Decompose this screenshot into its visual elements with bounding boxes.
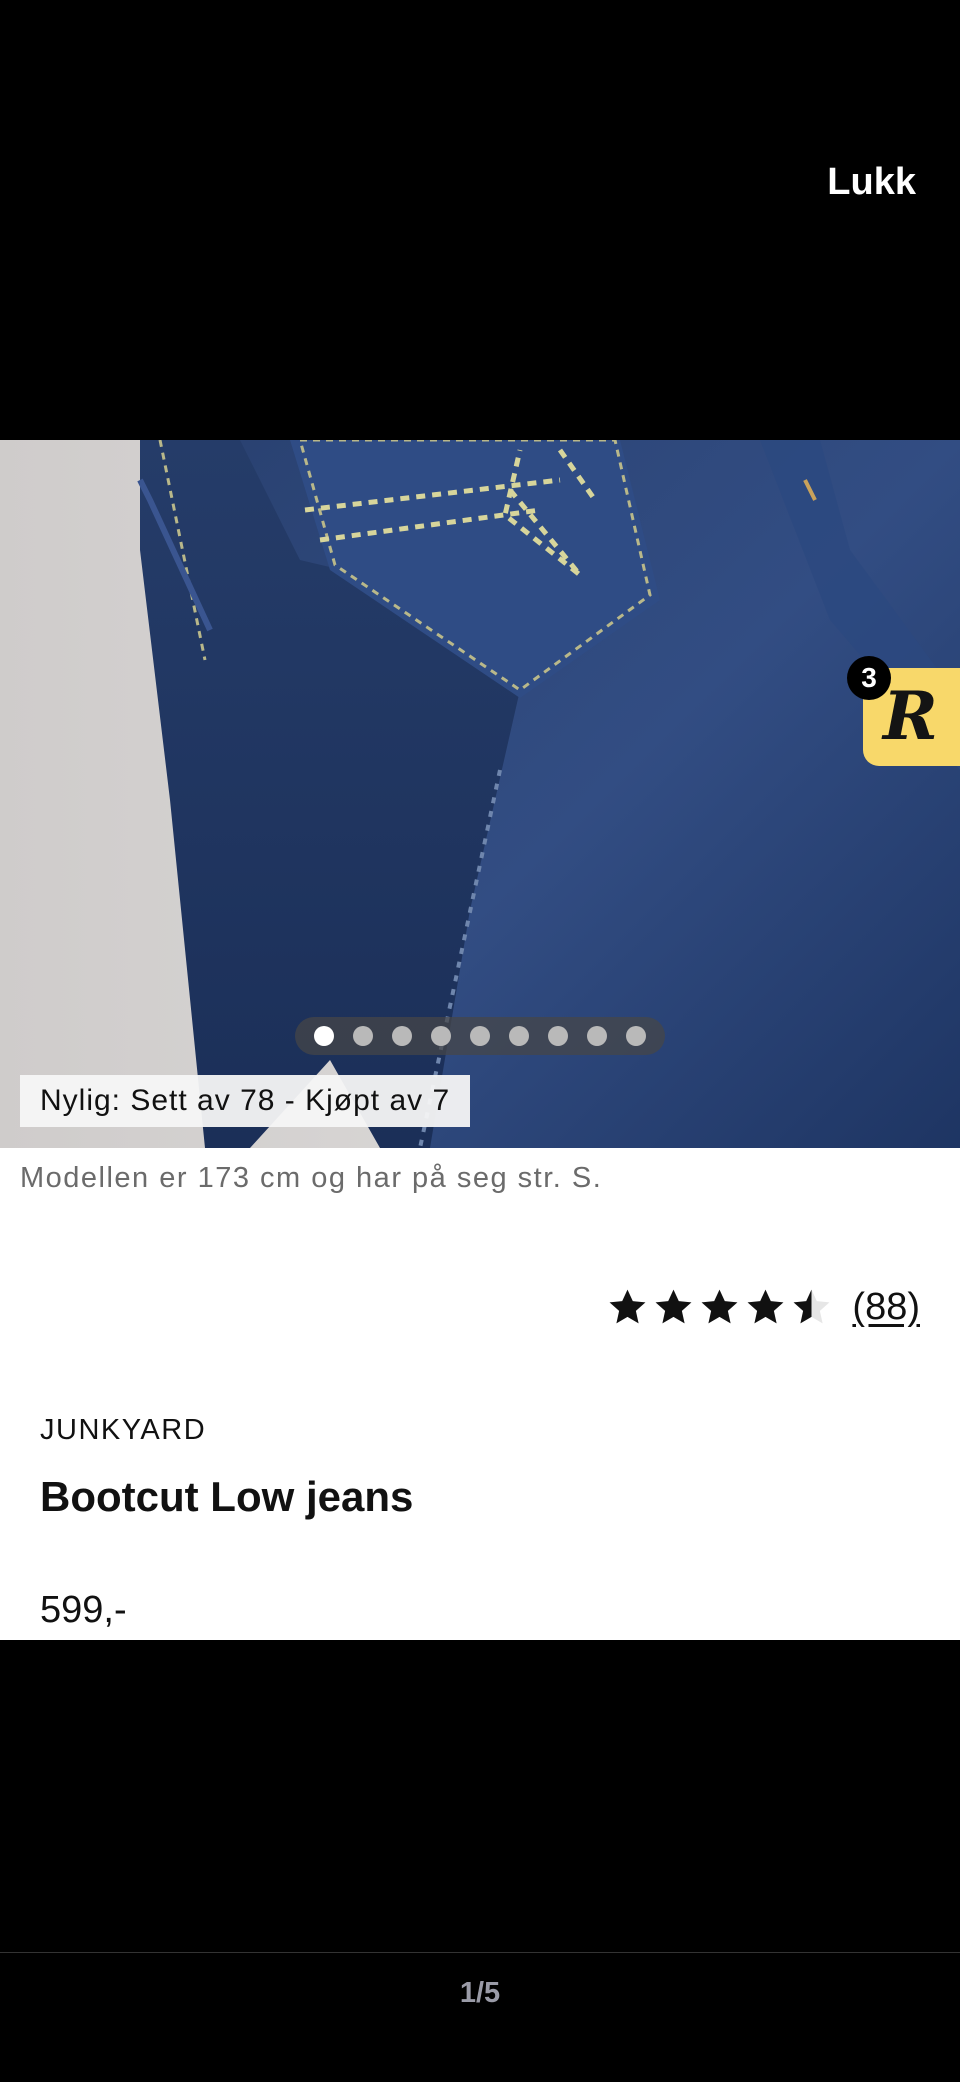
image-counter: 1/5 xyxy=(459,1977,501,2009)
carousel-dot[interactable] xyxy=(314,1026,334,1046)
close-button[interactable]: Lukk xyxy=(827,160,916,204)
star-icon xyxy=(655,1289,692,1324)
product-price: 599,- xyxy=(40,1589,127,1631)
popularity-badge: Nylig: Sett av 78 - Kjøpt av 7 xyxy=(20,1075,471,1127)
carousel-dot[interactable] xyxy=(431,1026,451,1046)
model-size-info: Modellen er 173 cm og har på seg str. S. xyxy=(20,1162,603,1194)
star-icon xyxy=(609,1289,646,1324)
rating-stars xyxy=(607,1287,832,1328)
carousel-dot[interactable] xyxy=(509,1026,529,1046)
star-icon xyxy=(747,1289,784,1324)
product-rating[interactable]: (88) xyxy=(607,1286,920,1329)
review-count-link[interactable]: (88) xyxy=(852,1286,920,1329)
carousel-dot[interactable] xyxy=(392,1026,412,1046)
carousel-dot[interactable] xyxy=(353,1026,373,1046)
carousel-pagination xyxy=(295,1017,665,1055)
carousel-dot[interactable] xyxy=(626,1026,646,1046)
bottom-bar: 1/5 xyxy=(0,1952,960,2082)
star-icon xyxy=(793,1289,830,1324)
product-title: Bootcut Low jeans xyxy=(40,1473,414,1520)
carousel-dot[interactable] xyxy=(470,1026,490,1046)
product-info-panel: Modellen er 173 cm og har på seg str. S.… xyxy=(0,1148,960,1640)
brand-name: JUNKYARD xyxy=(40,1414,207,1446)
reward-logo-icon: R xyxy=(883,677,938,755)
reward-count-badge: 3 xyxy=(847,656,891,700)
carousel-dot[interactable] xyxy=(548,1026,568,1046)
carousel-dot[interactable] xyxy=(587,1026,607,1046)
star-icon xyxy=(701,1289,738,1324)
